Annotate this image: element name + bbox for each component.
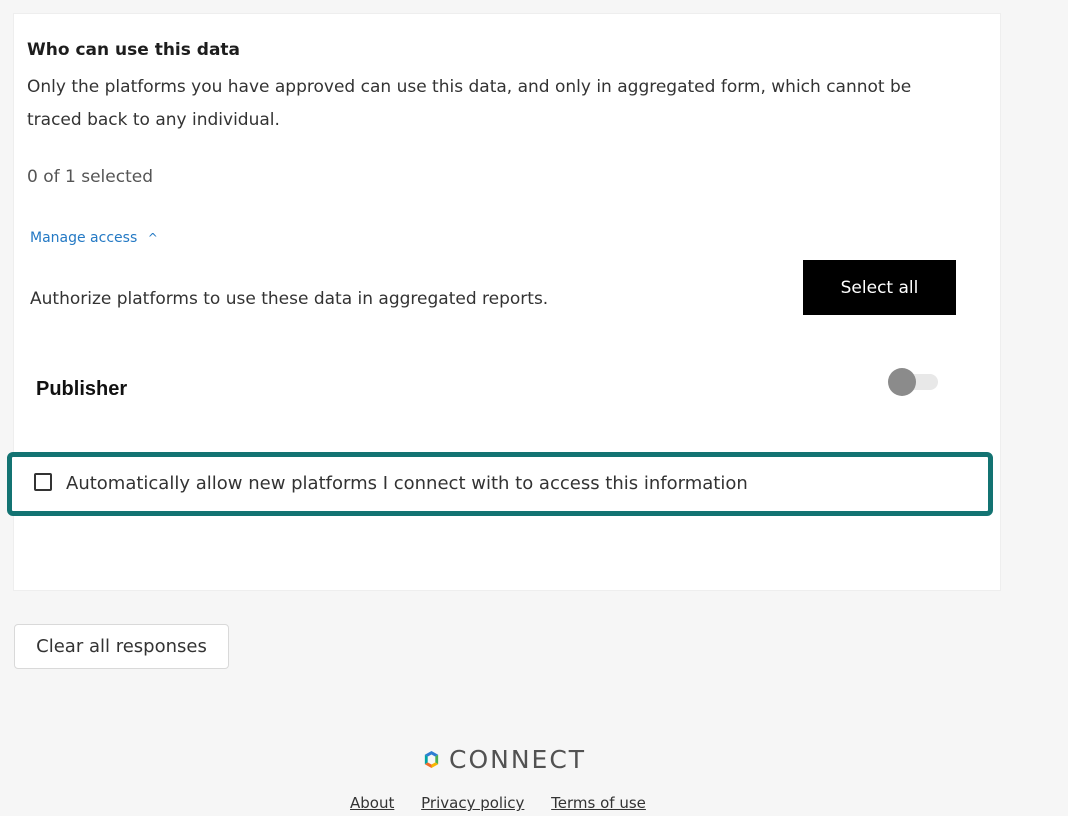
footer-links: About Privacy policy Terms of use bbox=[350, 794, 668, 812]
manage-access-link[interactable]: Manage access ^ bbox=[30, 230, 158, 246]
page: Who can use this data Only the platforms… bbox=[0, 0, 1068, 816]
chevron-up-icon: ^ bbox=[147, 231, 158, 245]
auto-allow-checkbox[interactable] bbox=[34, 473, 52, 491]
authorize-description: Authorize platforms to use these data in… bbox=[30, 289, 549, 309]
platform-publisher-label: Publisher bbox=[36, 378, 128, 400]
connect-brand-text: CONNECT bbox=[449, 744, 587, 774]
section-description: Only the platforms you have approved can… bbox=[27, 77, 912, 130]
manage-access-label: Manage access bbox=[30, 230, 138, 246]
connect-logo-icon bbox=[424, 750, 439, 768]
platform-publisher-toggle[interactable] bbox=[888, 368, 940, 396]
toggle-knob bbox=[888, 368, 916, 396]
section-title: Who can use this data bbox=[27, 40, 241, 60]
privacy-policy-link[interactable]: Privacy policy bbox=[421, 794, 524, 812]
about-link[interactable]: About bbox=[350, 794, 394, 812]
auto-allow-label: Automatically allow new platforms I conn… bbox=[66, 473, 748, 494]
terms-of-use-link[interactable]: Terms of use bbox=[551, 794, 646, 812]
connect-logo: CONNECT bbox=[422, 744, 586, 774]
selection-count: 0 of 1 selected bbox=[27, 167, 153, 187]
clear-all-responses-button[interactable]: Clear all responses bbox=[14, 624, 229, 669]
select-all-button[interactable]: Select all bbox=[803, 260, 956, 315]
